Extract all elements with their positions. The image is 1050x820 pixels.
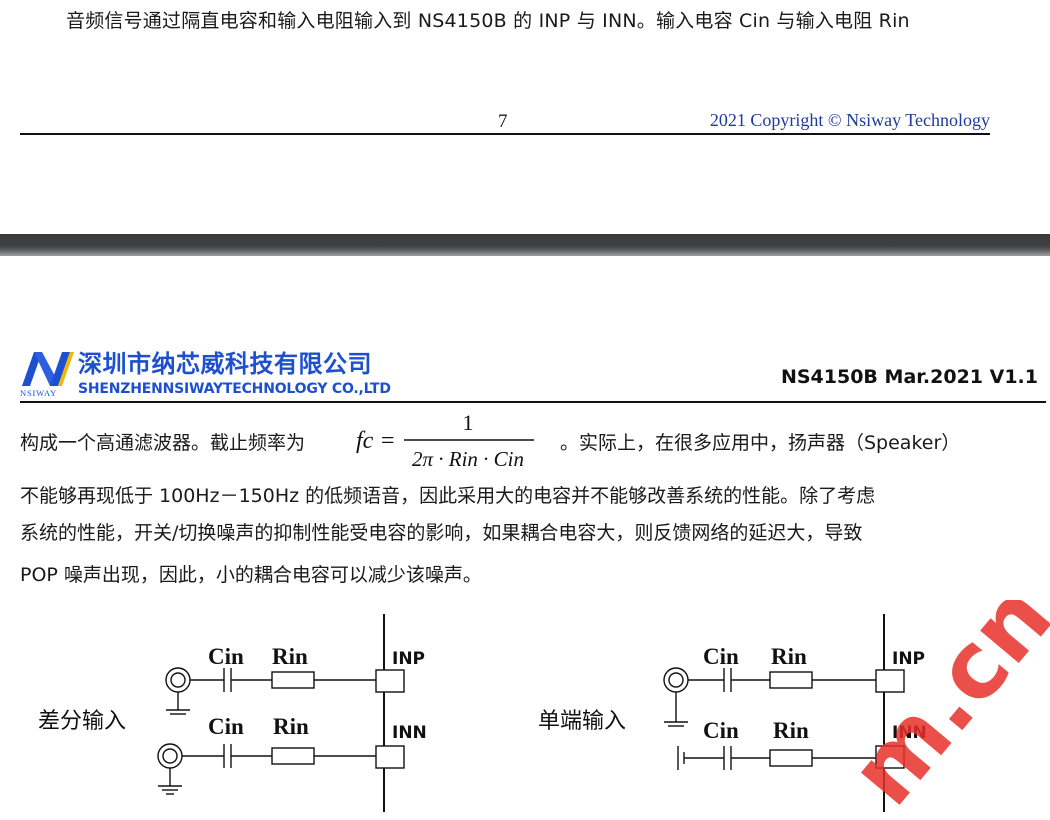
resistor-top bbox=[271, 671, 315, 689]
page-separator bbox=[0, 234, 1050, 256]
paragraph-line-1-start: 构成一个高通滤波器。截止频率为 bbox=[20, 432, 306, 454]
source-terminal-top bbox=[165, 667, 191, 693]
copyright-footer: 2021 Copyright © Nsiway Technology bbox=[709, 110, 990, 130]
resistor-bottom bbox=[271, 747, 315, 765]
paragraph-line-4: POP 噪声出现，因此，小的耦合电容可以减少该噪声。 bbox=[20, 564, 482, 586]
source-terminal-bottom bbox=[157, 743, 183, 769]
paragraph-line-2: 不能够再现低于 100Hz－150Hz 的低频语音，因此采用大的电容并不能够改善… bbox=[20, 485, 876, 507]
formula-numerator: 1 bbox=[463, 410, 474, 435]
header-rule bbox=[20, 401, 1046, 403]
company-name-cn: 深圳市纳芯威科技有限公司 bbox=[78, 350, 372, 378]
source-terminal bbox=[663, 667, 689, 693]
company-name-en: SHENZHENNSIWAYTECHNOLOGY CO.,LTD bbox=[78, 381, 391, 397]
logo-text: NSIWAY bbox=[20, 388, 57, 398]
formula-denominator: 2π · Rin · Cin bbox=[412, 447, 524, 471]
previous-page-last-line: 音频信号通过隔直电容和输入电阻输入到 NS4150B 的 INP 与 INN。输… bbox=[66, 10, 910, 32]
pin-inn-box bbox=[375, 745, 405, 769]
watermark-text: m.cn bbox=[830, 600, 1050, 820]
nsiway-logo: NSIWAY bbox=[20, 352, 74, 398]
footer-rule bbox=[20, 133, 990, 135]
document-version: NS4150B Mar.2021 V1.1 bbox=[780, 366, 1038, 388]
formula-lhs: fc = bbox=[356, 428, 396, 454]
paragraph-line-3: 系统的性能，开关/切换噪声的抑制性能受电容的影响，如果耦合电容大，则反馈网络的延… bbox=[20, 522, 863, 544]
cin-label: Cin bbox=[208, 714, 244, 739]
pin-inp-box bbox=[375, 669, 405, 693]
cutoff-frequency-formula: fc = 1 2π · Rin · Cin bbox=[356, 410, 534, 471]
rin-label: Rin bbox=[272, 644, 308, 669]
pin-inn-label: INN bbox=[392, 723, 427, 743]
differential-input-title: 差分输入 bbox=[38, 709, 126, 734]
rin-label: Rin bbox=[273, 714, 309, 739]
pin-inp-label: INP bbox=[392, 649, 425, 669]
cin-label: Cin bbox=[208, 644, 244, 669]
paragraph-line-1-end: 。实际上，在很多应用中，扬声器（Speaker） bbox=[560, 432, 961, 454]
single-ended-input-title: 单端输入 bbox=[538, 709, 626, 734]
page-number: 7 bbox=[498, 111, 508, 132]
site-watermark: m.cn bbox=[830, 600, 1050, 820]
